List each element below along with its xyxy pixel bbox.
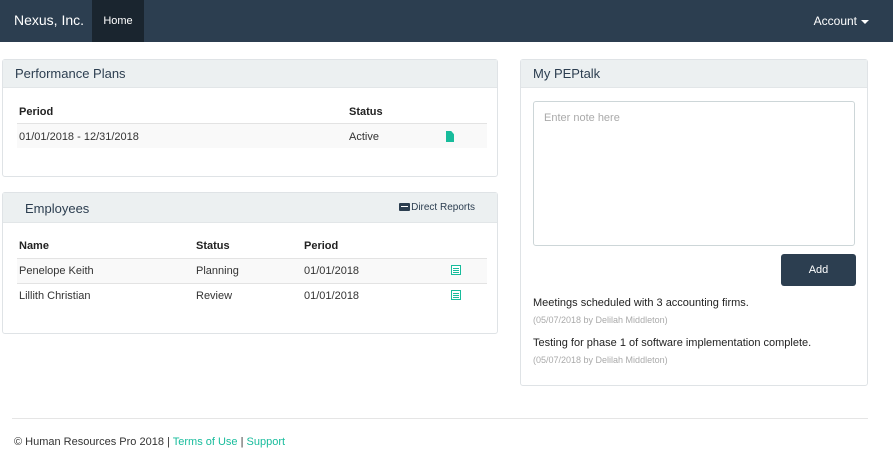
performance-plans-panel: Performance Plans Period Status 01/01/20…: [2, 59, 498, 177]
support-link[interactable]: Support: [247, 436, 286, 448]
employee-name[interactable]: Lillith Christian: [19, 290, 91, 302]
note-meta: (05/07/2018 by Delilah Middleton): [533, 355, 668, 365]
footer: © Human Resources Pro 2018 | Terms of Us…: [14, 436, 285, 448]
employee-status: Planning: [196, 265, 239, 277]
employee-name[interactable]: Penelope Keith: [19, 265, 94, 277]
panel-header: My PEPtalk: [521, 60, 867, 88]
add-note-button[interactable]: Add: [781, 254, 856, 286]
direct-reports-button[interactable]: Direct Reports: [399, 202, 475, 213]
top-navbar: Nexus, Inc. Home Account: [0, 0, 893, 42]
panel-header: Employees Direct Reports: [3, 193, 497, 223]
direct-reports-label: Direct Reports: [411, 202, 475, 213]
nav-home[interactable]: Home: [92, 0, 144, 42]
table-divider: [17, 283, 487, 284]
column-header-name: Name: [19, 240, 49, 252]
note-meta: (05/07/2018 by Delilah Middleton): [533, 315, 668, 325]
panel-header: Performance Plans: [3, 60, 497, 88]
footer-separator: |: [240, 436, 244, 448]
list-alt-icon: [399, 203, 411, 211]
note-text: Testing for phase 1 of software implemen…: [533, 337, 812, 349]
brand-name[interactable]: Nexus, Inc.: [14, 12, 84, 28]
list-icon[interactable]: [451, 290, 461, 300]
note-input[interactable]: [533, 101, 855, 246]
panel-title: My PEPtalk: [533, 66, 601, 81]
plan-period: 01/01/2018 - 12/31/2018: [19, 131, 139, 143]
employee-status: Review: [196, 290, 233, 302]
panel-title: Employees: [25, 201, 90, 216]
peptalk-panel: My PEPtalk Add Meetings scheduled with 3…: [520, 59, 868, 386]
employee-period: 01/01/2018: [304, 290, 360, 302]
employee-period: 01/01/2018: [304, 265, 360, 277]
panel-title: Performance Plans: [15, 66, 126, 81]
column-header-period: Period: [19, 106, 54, 118]
account-label: Account: [813, 14, 857, 28]
note-text: Meetings scheduled with 3 accounting fir…: [533, 297, 749, 309]
account-menu[interactable]: Account: [814, 0, 869, 42]
column-header-status: Status: [196, 240, 230, 252]
caret-down-icon: [861, 19, 869, 24]
column-header-status: Status: [349, 106, 383, 118]
list-icon[interactable]: [451, 265, 461, 275]
footer-separator: |: [167, 436, 170, 448]
column-header-period: Period: [304, 240, 339, 252]
employees-panel: Employees Direct Reports Name Status Per…: [2, 192, 498, 334]
footer-divider: [12, 418, 868, 419]
terms-of-use-link[interactable]: Terms of Use: [173, 436, 238, 448]
plan-status: Active: [349, 131, 379, 143]
footer-copyright: © Human Resources Pro 2018: [14, 436, 164, 448]
